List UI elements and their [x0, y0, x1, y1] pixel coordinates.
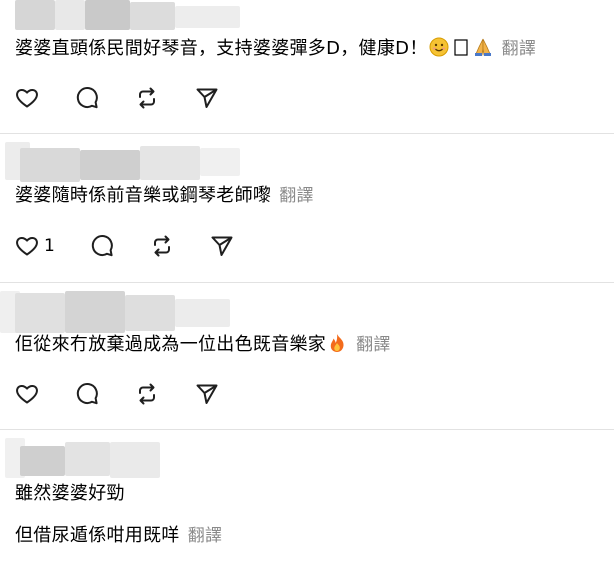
comment-text-line-2: 但借尿遁係咁用既咩 翻譯: [15, 524, 222, 548]
action-bar: 1: [14, 232, 269, 260]
repost-button[interactable]: [134, 84, 194, 112]
repost-icon: [139, 87, 155, 109]
comment-3: 佢從來冇放棄過成為一位出色既音樂家 翻譯: [0, 283, 614, 429]
reply-button[interactable]: [89, 232, 149, 260]
translate-link[interactable]: 翻譯: [502, 39, 537, 59]
comment-2: 婆婆隨時係前音樂或鋼琴老師嚟 翻譯 1: [0, 134, 614, 282]
smiling-face-icon: [429, 37, 449, 57]
translate-link[interactable]: 翻譯: [279, 186, 314, 206]
repost-button[interactable]: [149, 232, 209, 260]
like-count: 1: [44, 236, 55, 256]
send-icon: [196, 88, 218, 108]
like-button[interactable]: [14, 380, 74, 408]
missing-glyph-icon: [451, 37, 471, 57]
repost-icon: [139, 383, 155, 405]
share-button[interactable]: [194, 380, 254, 408]
translate-link[interactable]: 翻譯: [188, 526, 223, 546]
comment-text: 佢從來冇放棄過成為一位出色既音樂家 翻譯: [15, 333, 391, 357]
like-button[interactable]: 1: [14, 232, 74, 260]
folded-hands-icon: [473, 37, 493, 57]
share-button[interactable]: [209, 232, 269, 260]
comment-body: 雖然婆婆好勁: [15, 483, 125, 504]
comment-4: 雖然婆婆好勁 但借尿遁係咁用既咩 翻譯: [0, 430, 614, 562]
share-button[interactable]: [194, 84, 254, 112]
comment-body: 佢從來冇放棄過成為一位出色既音樂家: [15, 334, 327, 355]
comment-text: 婆婆隨時係前音樂或鋼琴老師嚟 翻譯: [15, 184, 314, 208]
comment-text-line-1: 雖然婆婆好勁: [15, 482, 125, 506]
comment-bubble-icon: [76, 383, 98, 405]
comment-text: 婆婆直頭係民間好琴音，支持婆婆彈多D，健康D！ 翻譯: [15, 37, 536, 61]
send-icon: [196, 384, 218, 404]
heart-icon: [16, 237, 38, 256]
like-button[interactable]: [14, 84, 74, 112]
comment-body: 婆婆隨時係前音樂或鋼琴老師嚟: [15, 185, 272, 206]
comment-bubble-icon: [76, 87, 98, 109]
send-icon: [211, 236, 233, 256]
comment-body: 婆婆直頭係民間好琴音，支持婆婆彈多D，健康D！: [15, 38, 428, 59]
action-bar: [14, 84, 254, 112]
repost-button[interactable]: [134, 380, 194, 408]
translate-link[interactable]: 翻譯: [356, 335, 391, 355]
repost-icon: [154, 235, 170, 257]
comment-body: 但借尿遁係咁用既咩: [15, 525, 180, 546]
reply-button[interactable]: [74, 84, 134, 112]
comment-bubble-icon: [91, 235, 113, 257]
action-bar: [14, 380, 254, 408]
heart-icon: [16, 385, 38, 404]
heart-icon: [16, 89, 38, 108]
comment-1: 婆婆直頭係民間好琴音，支持婆婆彈多D，健康D！ 翻譯: [0, 0, 614, 133]
reply-button[interactable]: [74, 380, 134, 408]
fire-icon: [327, 333, 347, 353]
